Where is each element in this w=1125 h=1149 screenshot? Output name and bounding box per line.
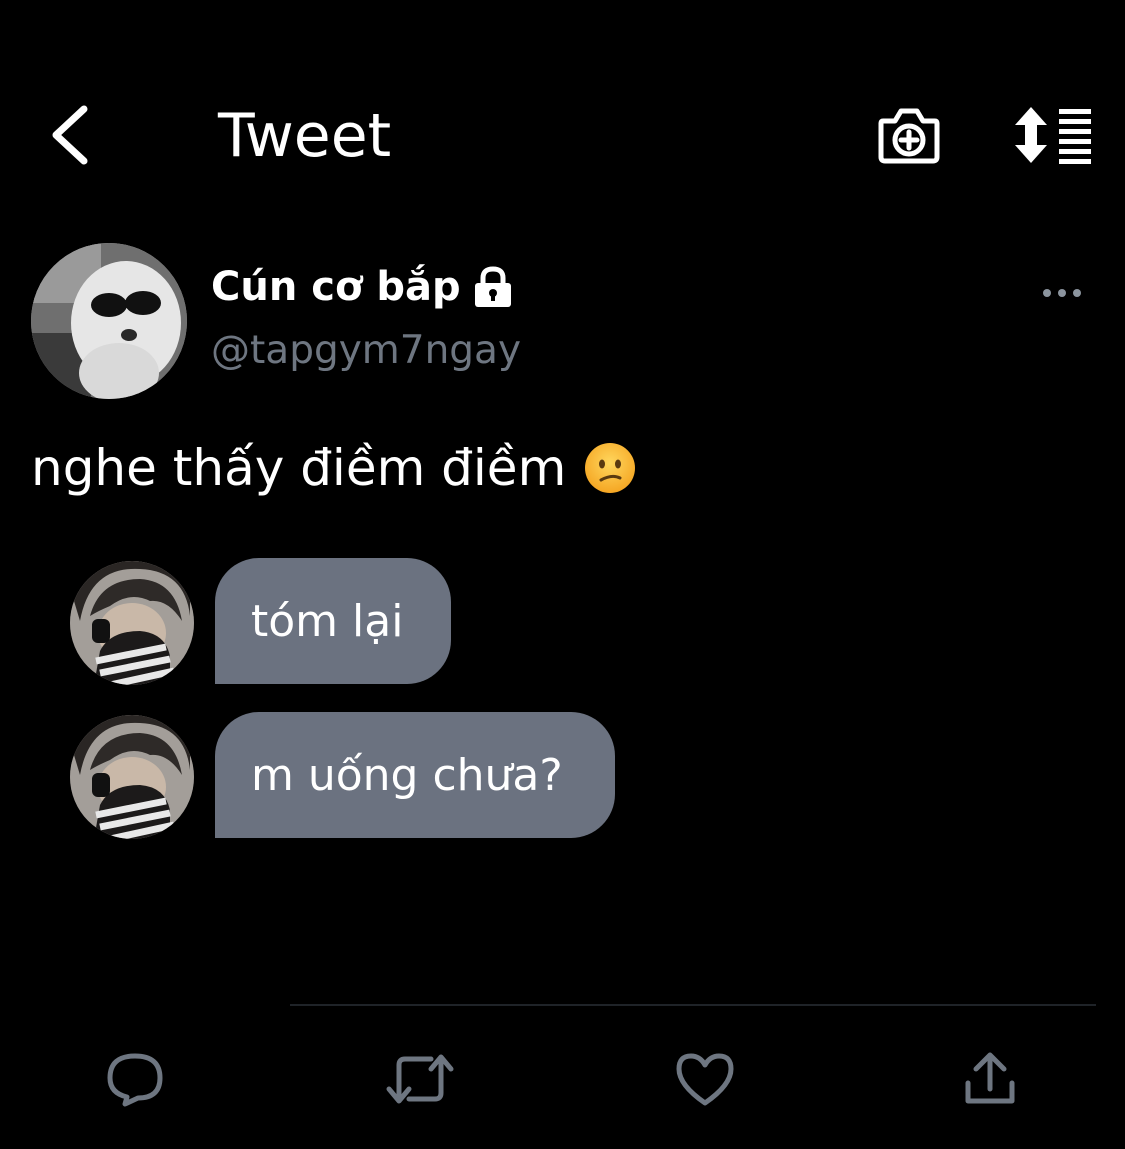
confused-face-emoji-icon [585, 443, 636, 493]
share-button[interactable] [954, 1044, 1026, 1114]
like-button[interactable] [669, 1044, 741, 1114]
chat-bubble: tóm lại [215, 558, 451, 684]
reply-icon [107, 1053, 163, 1107]
chevron-left-icon [52, 105, 88, 165]
chat-avatar [70, 715, 194, 839]
more-dots-icon [1043, 289, 1081, 297]
chat-bubble: m uống chưa? [215, 712, 615, 838]
chat-message-text: m uống chưa? [251, 749, 563, 801]
chat-avatar [70, 561, 194, 685]
camera-plus-icon [878, 108, 940, 164]
heart-icon [676, 1053, 734, 1106]
page-title: Tweet [218, 101, 392, 171]
retweet-button[interactable] [384, 1044, 456, 1114]
author-handle[interactable]: @tapgym7ngay [211, 328, 521, 373]
dog-avatar-image [31, 243, 187, 399]
reply-button[interactable] [99, 1044, 171, 1114]
back-button[interactable] [40, 100, 100, 170]
author-avatar[interactable] [31, 243, 187, 399]
sort-button[interactable] [1010, 100, 1096, 170]
person-avatar-image [70, 561, 194, 685]
author-display-name[interactable]: Cún cơ bắp [211, 264, 461, 310]
tweet-body: nghe thấy điềm điềm [31, 436, 636, 500]
share-icon [965, 1052, 1015, 1104]
tweet-text: nghe thấy điềm điềm [31, 439, 567, 497]
author-name-row: Cún cơ bắp [211, 262, 513, 312]
divider [290, 1004, 1096, 1006]
retweet-icon [386, 1054, 454, 1104]
chat-message-text: tóm lại [251, 595, 404, 647]
sort-list-icon [1015, 107, 1091, 164]
add-photo-button[interactable] [872, 100, 946, 170]
lock-icon [474, 266, 511, 307]
person-avatar-image [70, 715, 194, 839]
more-options-button[interactable] [1036, 275, 1088, 311]
